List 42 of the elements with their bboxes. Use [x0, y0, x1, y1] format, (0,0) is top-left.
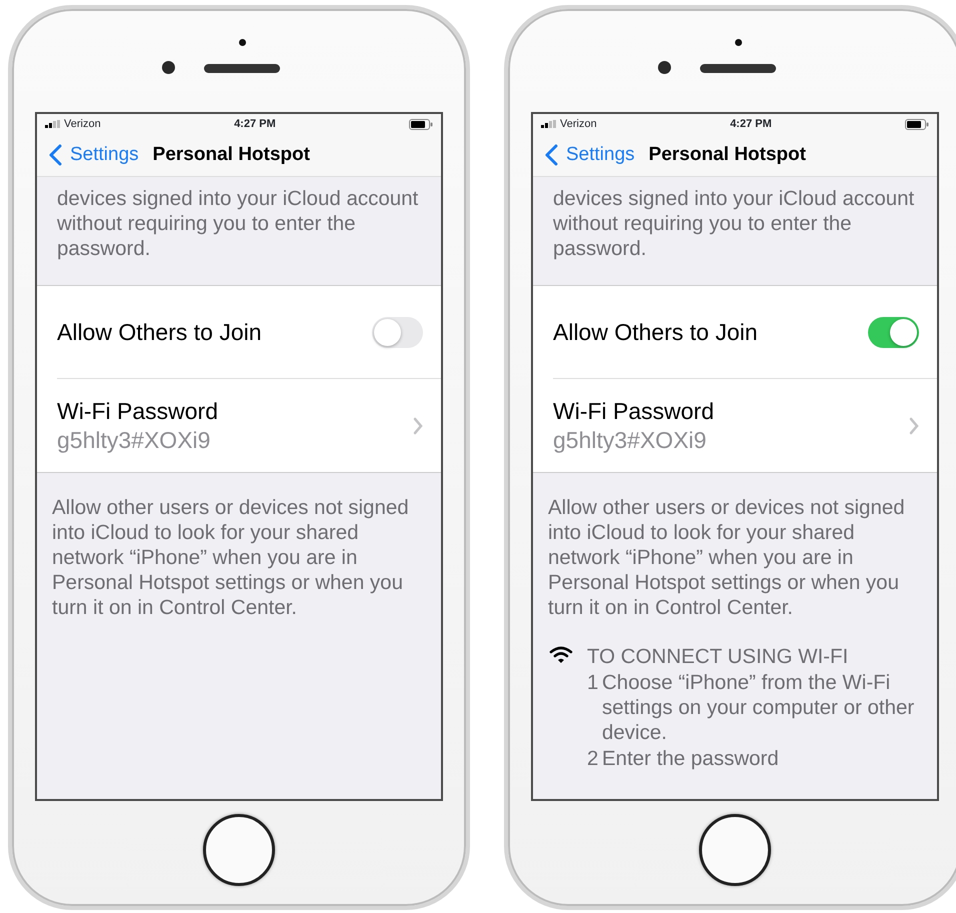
toggle-switch[interactable]: [372, 316, 423, 348]
chevron-left-icon: [545, 144, 558, 166]
row-label: Wi-Fi Password: [57, 396, 218, 426]
battery-icon: [905, 118, 929, 130]
signal-icon: [45, 120, 60, 128]
sensor-icon: [239, 39, 246, 46]
row-label: Allow Others to Join: [553, 318, 758, 347]
camera-icon: [162, 61, 175, 74]
nav-title: Personal Hotspot: [648, 142, 806, 167]
speaker-icon: [700, 64, 776, 73]
chevron-right-icon: [909, 416, 919, 434]
speaker-icon: [204, 64, 280, 73]
home-button[interactable]: [699, 814, 771, 886]
step-number: 1: [587, 670, 600, 696]
row-label: Allow Others to Join: [57, 318, 262, 347]
sensor-icon: [735, 39, 742, 46]
back-link[interactable]: Settings: [49, 140, 139, 170]
instructions-heading: TO CONNECT USING WI-FI: [587, 644, 850, 669]
home-button[interactable]: [203, 814, 275, 886]
back-link[interactable]: Settings: [545, 140, 635, 170]
status-time: 4:27 PM: [730, 116, 772, 132]
password-value: g5hlty3#XOXi9: [57, 426, 212, 454]
camera-icon: [658, 61, 671, 74]
footer-text: Allow other users or devices not signed into iCloud to look for your shared network “iPhone” when you are in Personal Hotspot settings or when you turn it on in Control Center.: [51, 495, 410, 620]
nav-title: Personal Hotspot: [152, 142, 310, 167]
battery-icon: [409, 118, 433, 130]
carrier-name: Verizon: [560, 116, 597, 132]
chevron-left-icon: [49, 144, 62, 166]
chevron-right-icon: [413, 416, 423, 434]
description-text: devices signed into your iCloud account without requiring you to enter the password.: [56, 186, 420, 262]
step-text: Enter the password: [602, 746, 779, 771]
description-text: devices signed into your iCloud account without requiring you to enter the password.: [552, 186, 916, 262]
step-number: 2: [587, 746, 600, 771]
password-value: g5hlty3#XOXi9: [553, 426, 708, 454]
status-time: 4:27 PM: [234, 116, 276, 132]
carrier-name: Verizon: [64, 116, 101, 132]
footer-text: Allow other users or devices not signed into iCloud to look for your shared network “iPhone” when you are in Personal Hotspot settings or when you turn it on in Control Center.: [547, 495, 906, 620]
signal-icon: [541, 120, 556, 128]
row-label: Wi-Fi Password: [553, 396, 714, 426]
wifi-icon: [549, 646, 573, 664]
toggle-switch[interactable]: [868, 316, 919, 348]
step-text: Choose “iPhone” from the Wi-Fi settings on your computer or other device.: [602, 670, 916, 745]
